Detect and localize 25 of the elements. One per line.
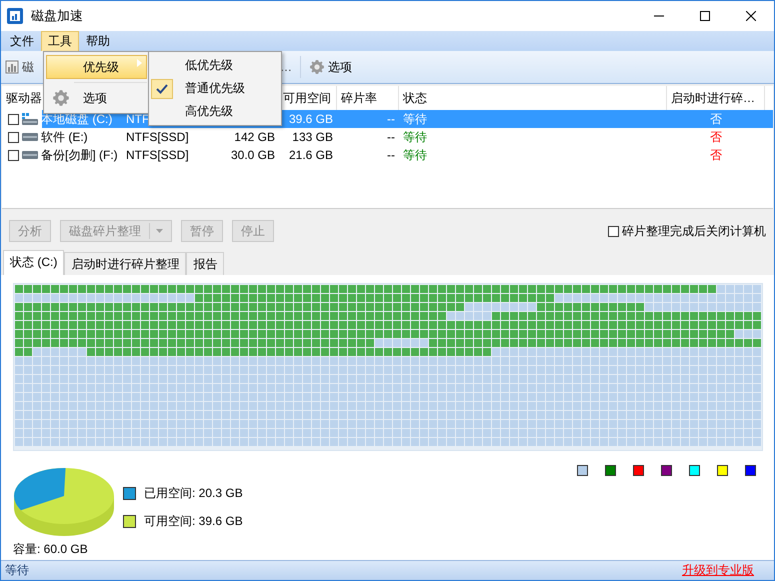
table-cell-text: NTF xyxy=(125,112,150,126)
table-cell-text: -- xyxy=(386,112,396,126)
table-cell-text: 等待 xyxy=(402,110,428,128)
table-cell-text: 39.6 GB xyxy=(288,112,334,126)
table-cell-text: 等待 xyxy=(402,128,428,146)
table-cell-text: 否 xyxy=(709,128,723,146)
table-cell-text: 142 GB xyxy=(233,130,276,144)
table-cell-text: 否 xyxy=(709,110,723,128)
legend-label: 已用空间: 20.3 GB xyxy=(144,485,243,502)
table-cell-text: NTFS[SSD] xyxy=(125,148,190,162)
status-text: 等待 xyxy=(5,562,29,579)
table-cell: 备份[勿删] (F:) xyxy=(41,146,118,164)
table-cell-text: NTFS[SSD] xyxy=(125,130,190,144)
table-cell-text: 21.6 GB xyxy=(288,148,334,162)
window-title: 磁盘加速 xyxy=(31,7,84,25)
checkbox-label: 碎片整理完成后关闭计算机 xyxy=(622,222,766,240)
table-cell-text: -- xyxy=(386,148,396,162)
table-cell-text: 否 xyxy=(709,146,723,164)
table-cell-text: 等待 xyxy=(402,146,428,164)
legend-label: 可用空间: 39.6 GB xyxy=(144,513,243,530)
capacity-label: 容量: 60.0 GB xyxy=(13,541,89,558)
table-cell-text: 30.0 GB xyxy=(230,148,276,162)
table-cell-text: -- xyxy=(386,130,396,144)
table-cell-text: 133 GB xyxy=(291,130,334,144)
table-cell: 软件 (E:) xyxy=(41,128,88,146)
